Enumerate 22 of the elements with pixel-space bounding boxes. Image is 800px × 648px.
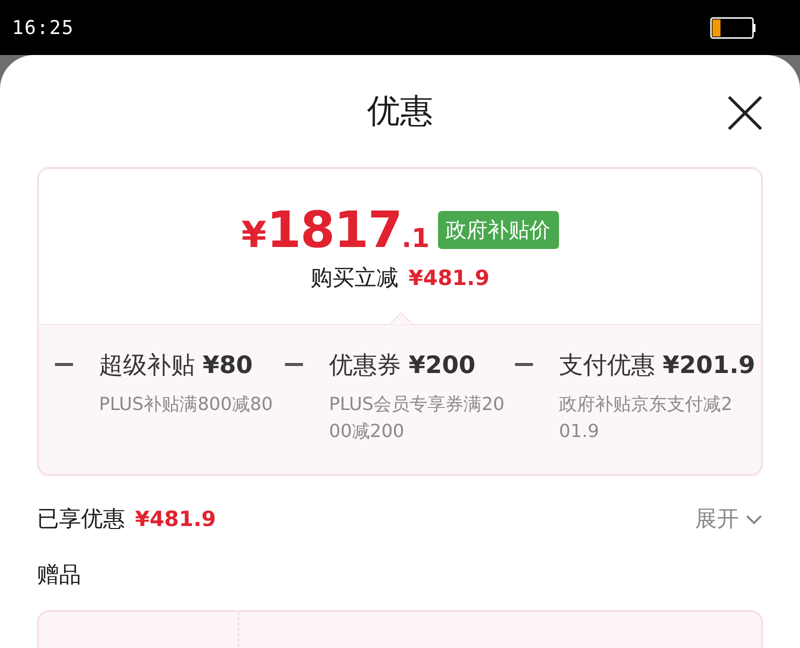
- sheet-title: 优惠: [367, 90, 433, 132]
- gifts-heading: 赠品: [37, 562, 82, 590]
- discount-title: 优惠券 ¥200: [329, 350, 476, 381]
- subsidy-badge: 政府补贴价: [438, 210, 559, 248]
- close-icon[interactable]: [727, 95, 763, 131]
- discount-title: 支付优惠 ¥201.9: [559, 350, 756, 381]
- chevron-icon: [745, 514, 763, 524]
- expand-button[interactable]: 展开: [695, 504, 763, 534]
- discount-description: PLUS补贴满800减80: [99, 393, 274, 417]
- discount-title: 超级补贴 ¥80: [99, 350, 254, 381]
- reduction-label: 购买立减: [310, 264, 398, 292]
- minus-icon: [55, 363, 73, 366]
- savings-label: 已享优惠: [37, 506, 125, 534]
- battery-icon: [710, 16, 756, 38]
- reduction-amount: ¥481.9: [408, 266, 490, 290]
- status-time: 16:25: [12, 16, 74, 38]
- discount-description: 政府补贴京东支付减201.9: [559, 393, 734, 444]
- minus-icon: [515, 363, 533, 366]
- price: ¥1817.1: [241, 200, 430, 258]
- discount-description: PLUS会员专享券满2000减200: [329, 393, 506, 444]
- savings-amount: ¥481.9: [135, 507, 216, 531]
- minus-icon: [285, 363, 303, 366]
